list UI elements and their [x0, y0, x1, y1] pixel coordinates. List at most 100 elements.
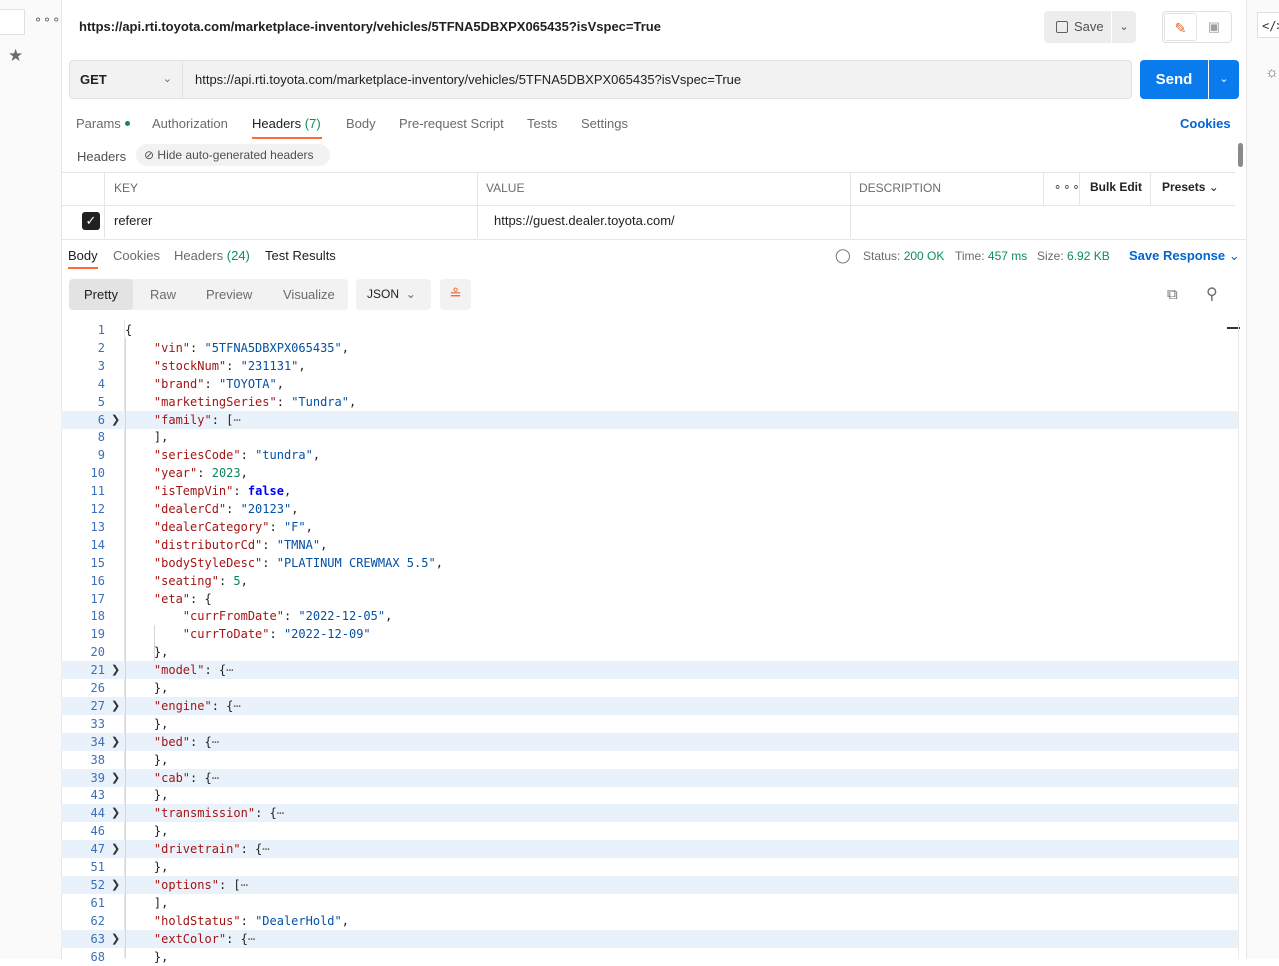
- request-title[interactable]: https://api.rti.toyota.com/marketplace-i…: [79, 19, 661, 34]
- send-dropdown-button[interactable]: ⌄: [1209, 60, 1239, 99]
- size-readout[interactable]: Size: 6.92 KB: [1037, 249, 1110, 263]
- tab-settings[interactable]: Settings: [581, 116, 628, 131]
- header-key-cell[interactable]: referer: [114, 213, 152, 228]
- line-number: 15: [90, 555, 105, 570]
- time-readout[interactable]: Time: 457 ms: [955, 249, 1027, 263]
- column-divider: [104, 172, 105, 238]
- chevron-right-icon[interactable]: ❯: [111, 697, 120, 715]
- bulk-edit-button[interactable]: Bulk Edit: [1090, 180, 1142, 194]
- line-number: 14: [90, 537, 105, 552]
- active-tab-indicator: [68, 267, 98, 269]
- code-line: 9 "seriesCode": "tundra",: [61, 446, 1239, 464]
- line-number: 3: [97, 358, 105, 373]
- active-tab-indicator: [252, 137, 322, 139]
- view-visualize[interactable]: Visualize: [283, 279, 335, 310]
- code-snippet-button[interactable]: </>: [1257, 12, 1279, 38]
- code-line: 47 ❯ "drivetrain": {⋯: [61, 840, 1239, 859]
- chevron-down-icon: ⌄: [405, 287, 416, 301]
- cookies-link[interactable]: Cookies: [1180, 116, 1231, 131]
- sidebar-tab[interactable]: [0, 9, 25, 35]
- pencil-icon[interactable]: ✎: [1164, 13, 1197, 41]
- response-tab-headers-label: Headers: [174, 248, 224, 263]
- line-number: 1: [97, 323, 105, 337]
- chevron-right-icon[interactable]: ❯: [111, 876, 120, 894]
- code-line: 13 "dealerCategory": "F",: [61, 518, 1239, 536]
- code-line: 43 },: [61, 786, 1239, 804]
- response-body-editor[interactable]: 1{2 "vin": "5TFNA5DBXPX065435", 3 "stockN…: [61, 320, 1246, 964]
- tab-prerequest-script[interactable]: Pre-request Script: [399, 116, 504, 131]
- code-line: 2 "vin": "5TFNA5DBXPX065435",: [61, 339, 1239, 357]
- response-tab-body[interactable]: Body: [68, 248, 98, 263]
- code-text: },: [125, 860, 169, 874]
- view-pretty[interactable]: Pretty: [69, 279, 133, 310]
- header-value-cell[interactable]: https://guest.dealer.toyota.com/: [494, 213, 675, 228]
- method-select[interactable]: GET ⌄: [69, 60, 183, 99]
- view-raw[interactable]: Raw: [150, 279, 176, 310]
- chevron-right-icon[interactable]: ❯: [111, 930, 120, 948]
- star-icon[interactable]: ★: [8, 46, 23, 66]
- view-preview[interactable]: Preview: [206, 279, 252, 310]
- chevron-right-icon[interactable]: ❯: [111, 411, 120, 429]
- tab-params[interactable]: Params: [76, 116, 130, 131]
- response-tab-headers[interactable]: Headers (24): [174, 248, 250, 263]
- code-line: 63 ❯ "extColor": {⋯: [61, 929, 1239, 948]
- tab-headers[interactable]: Headers (7): [252, 116, 321, 131]
- chevron-right-icon[interactable]: ❯: [111, 733, 120, 751]
- format-select[interactable]: JSON ⌄: [356, 279, 431, 310]
- code-text: "vin": "5TFNA5DBXPX065435",: [153, 340, 349, 355]
- globe-icon[interactable]: ◯: [835, 247, 851, 264]
- chevron-right-icon[interactable]: ❯: [111, 769, 120, 787]
- comment-icon[interactable]: ▣: [1202, 13, 1226, 41]
- code-text: ],: [125, 430, 169, 445]
- code-line: 12 "dealerCd": "20123",: [61, 500, 1239, 518]
- line-number: 16: [90, 573, 105, 588]
- check-icon: ✓: [85, 213, 97, 228]
- tab-authorization[interactable]: Authorization: [152, 116, 228, 131]
- size-label: Size:: [1037, 249, 1064, 263]
- table-divider: [61, 205, 1235, 206]
- line-number: 63: [90, 931, 105, 946]
- save-button[interactable]: Save: [1044, 11, 1111, 43]
- code-text: },: [125, 788, 169, 803]
- hide-auto-headers-label: Hide auto-generated headers: [157, 148, 314, 162]
- line-number: 46: [90, 824, 105, 839]
- response-tab-cookies[interactable]: Cookies: [113, 248, 160, 263]
- code-text: },: [125, 824, 169, 839]
- code-line: 34 ❯ "bed": {⋯: [61, 732, 1239, 751]
- code-line: 5 "marketingSeries": "Tundra",: [61, 393, 1239, 411]
- copy-icon[interactable]: ⧉: [1167, 286, 1183, 303]
- send-button[interactable]: Send: [1140, 60, 1208, 99]
- code-line: 3 "stockNum": "231131",: [61, 357, 1239, 375]
- code-text: "family": [⋯: [153, 412, 241, 427]
- headers-scrollbar[interactable]: [1238, 143, 1243, 167]
- line-number: 68: [90, 949, 105, 964]
- format-label: JSON: [367, 287, 400, 301]
- chevron-right-icon[interactable]: ❯: [111, 840, 120, 858]
- save-dropdown-button[interactable]: ⌄: [1112, 11, 1136, 43]
- tab-tests[interactable]: Tests: [527, 116, 557, 131]
- presets-dropdown[interactable]: Presets ⌄: [1162, 180, 1219, 194]
- code-line: 18 "currFromDate": "2022-12-05",: [61, 607, 1239, 625]
- line-number: 18: [90, 609, 105, 624]
- chevron-right-icon[interactable]: ❯: [111, 804, 120, 822]
- url-input[interactable]: https://api.rti.toyota.com/marketplace-i…: [183, 60, 1132, 99]
- more-options-icon[interactable]: ⚬⚬⚬: [1053, 172, 1081, 205]
- editor-scrollbar[interactable]: [1238, 320, 1239, 959]
- save-response-button[interactable]: Save Response ⌄: [1129, 248, 1240, 264]
- search-icon[interactable]: ⚲: [1206, 284, 1218, 304]
- code-line: 15 "bodyStyleDesc": "PLATINUM CREWMAX 5.…: [61, 554, 1239, 572]
- chevron-right-icon[interactable]: ❯: [111, 661, 120, 679]
- more-options-icon[interactable]: ⚬⚬⚬: [33, 13, 61, 27]
- status-readout[interactable]: Status: 200 OK: [863, 249, 944, 263]
- response-headers-count: (24): [226, 248, 250, 263]
- line-number: 62: [90, 913, 105, 928]
- chevron-down-icon: ⌄: [1119, 21, 1129, 33]
- tab-body[interactable]: Body: [346, 116, 376, 131]
- response-tab-test-results[interactable]: Test Results: [265, 248, 336, 263]
- header-row-checkbox[interactable]: ✓: [82, 212, 100, 230]
- line-number: 10: [90, 466, 105, 481]
- hide-auto-headers-button[interactable]: ⊘ Hide auto-generated headers: [136, 144, 330, 166]
- code-text: "drivetrain": {⋯: [153, 842, 270, 857]
- lightbulb-icon[interactable]: ☼: [1265, 64, 1279, 81]
- wrap-lines-icon[interactable]: ≗: [440, 279, 471, 310]
